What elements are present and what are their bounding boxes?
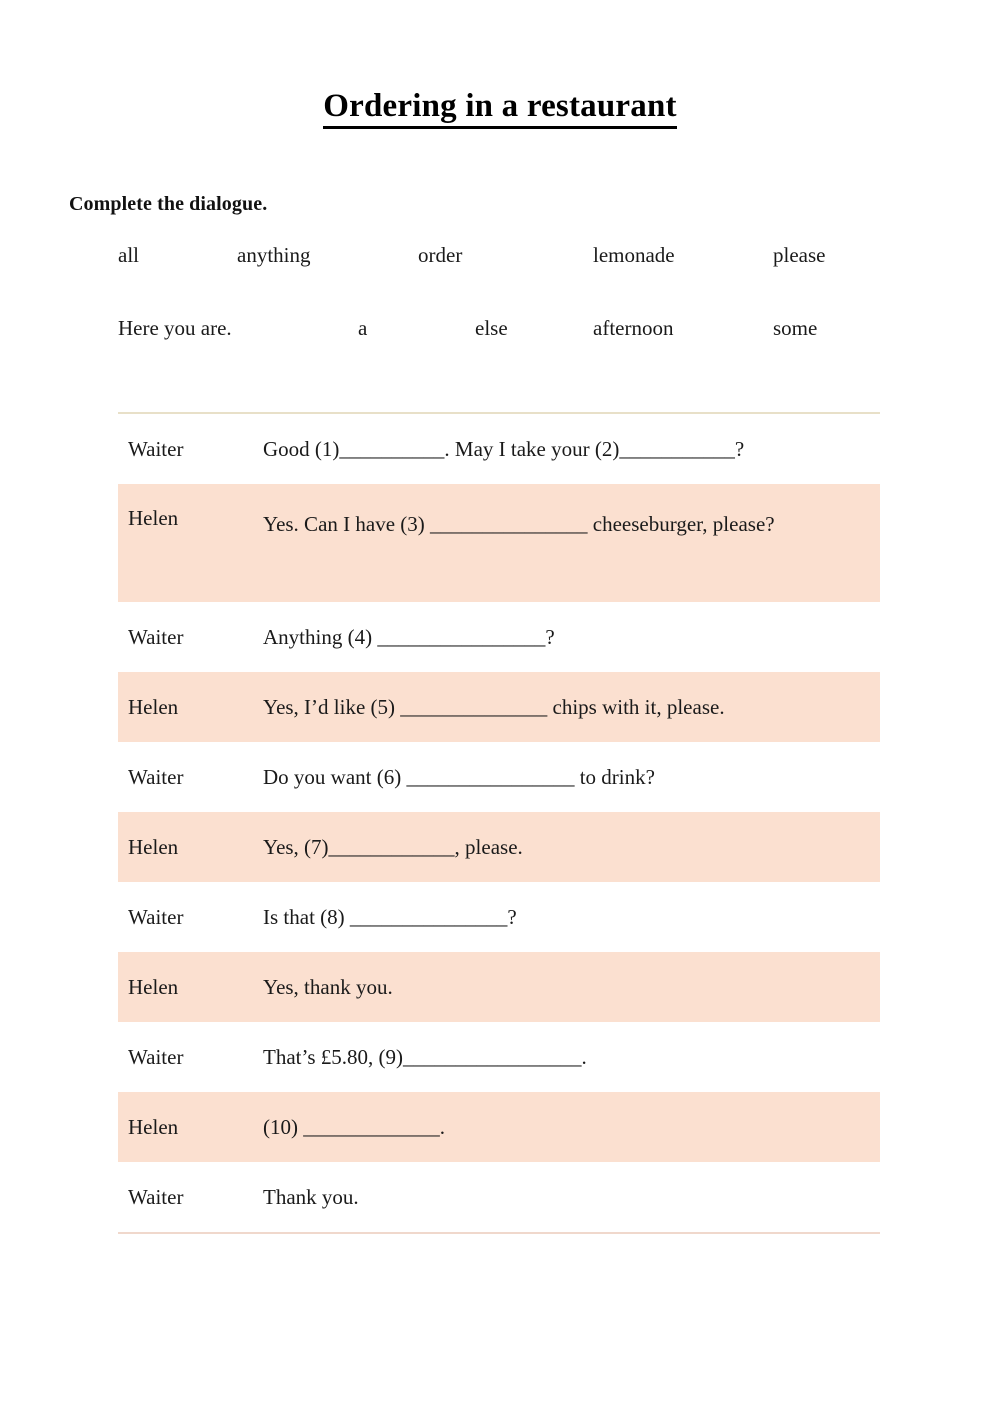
word-bank-item: Here you are. bbox=[118, 316, 232, 340]
dialogue-line[interactable]: Anything (4) ________________? bbox=[263, 619, 880, 656]
dialogue-row: Waiter That’s £5.80, (9)_________________… bbox=[118, 1022, 880, 1092]
dialogue-speaker: Helen bbox=[128, 506, 179, 530]
dialogue-line[interactable]: Yes, (7)____________, please. bbox=[263, 829, 880, 866]
dialogue-speaker: Helen bbox=[128, 694, 179, 719]
dialogue-table: Waiter Good (1)__________. May I take you… bbox=[118, 412, 880, 1234]
dialogue-speaker: Waiter bbox=[128, 436, 184, 461]
dialogue-speaker: Waiter bbox=[128, 764, 184, 789]
word-bank-row: Here you are. a else afternoon some bbox=[118, 316, 908, 389]
dialogue-speaker: Waiter bbox=[128, 1044, 184, 1069]
word-bank-item: all bbox=[118, 243, 139, 267]
word-bank-item: lemonade bbox=[593, 243, 675, 267]
word-bank: all anything order lemonade please Here … bbox=[118, 243, 908, 389]
page-title: Ordering in a restaurant bbox=[323, 88, 677, 130]
word-bank-item: a bbox=[358, 316, 368, 340]
dialogue-line[interactable]: Yes, thank you. bbox=[263, 969, 880, 1006]
word-bank-item: please bbox=[773, 243, 826, 267]
dialogue-speaker: Helen bbox=[128, 1114, 179, 1139]
dialogue-row: Helen Yes. Can I have (3) _______________… bbox=[118, 484, 880, 602]
word-bank-row: all anything order lemonade please bbox=[118, 243, 908, 316]
dialogue-line[interactable]: Good (1)__________. May I take your (2)_… bbox=[263, 431, 880, 468]
dialogue-row: Waiter Is that (8) _______________? bbox=[118, 882, 880, 952]
dialogue-speaker: Helen bbox=[128, 834, 179, 859]
dialogue-speaker: Waiter bbox=[128, 624, 184, 649]
dialogue-row: Waiter Good (1)__________. May I take you… bbox=[118, 414, 880, 484]
worksheet-page: Ordering in a restaurant Complete the di… bbox=[0, 0, 1000, 1413]
dialogue-speaker: Waiter bbox=[128, 904, 184, 929]
dialogue-line[interactable]: That’s £5.80, (9)_________________. bbox=[263, 1039, 880, 1076]
dialogue-row: Waiter Thank you. bbox=[118, 1162, 880, 1232]
dialogue-row: Helen Yes, thank you. bbox=[118, 952, 880, 1022]
dialogue-row: Helen (10) _____________. bbox=[118, 1092, 880, 1162]
word-bank-item: afternoon bbox=[593, 316, 674, 340]
dialogue-line[interactable]: Thank you. bbox=[263, 1179, 880, 1216]
dialogue-row: Helen Yes, I’d like (5) ______________ ch… bbox=[118, 672, 880, 742]
instruction-text: Complete the dialogue. bbox=[69, 193, 268, 215]
dialogue-line[interactable]: Is that (8) _______________? bbox=[263, 899, 880, 936]
dialogue-line[interactable]: (10) _____________. bbox=[263, 1109, 880, 1146]
page-title-container: Ordering in a restaurant bbox=[0, 66, 1000, 152]
word-bank-item: anything bbox=[237, 243, 311, 267]
dialogue-line[interactable]: Do you want (6) ________________ to drin… bbox=[263, 759, 880, 796]
dialogue-row: Waiter Do you want (6) ________________ t… bbox=[118, 742, 880, 812]
dialogue-speaker: Helen bbox=[128, 974, 179, 999]
dialogue-line[interactable]: Yes. Can I have (3) _______________ chee… bbox=[263, 506, 880, 543]
dialogue-line[interactable]: Yes, I’d like (5) ______________ chips w… bbox=[263, 689, 880, 726]
word-bank-item: some bbox=[773, 316, 818, 340]
dialogue-row: Helen Yes, (7)____________, please. bbox=[118, 812, 880, 882]
dialogue-row: Waiter Anything (4) ________________? bbox=[118, 602, 880, 672]
word-bank-item: order bbox=[418, 243, 463, 267]
dialogue-speaker: Waiter bbox=[128, 1184, 184, 1209]
word-bank-item: else bbox=[475, 316, 508, 340]
